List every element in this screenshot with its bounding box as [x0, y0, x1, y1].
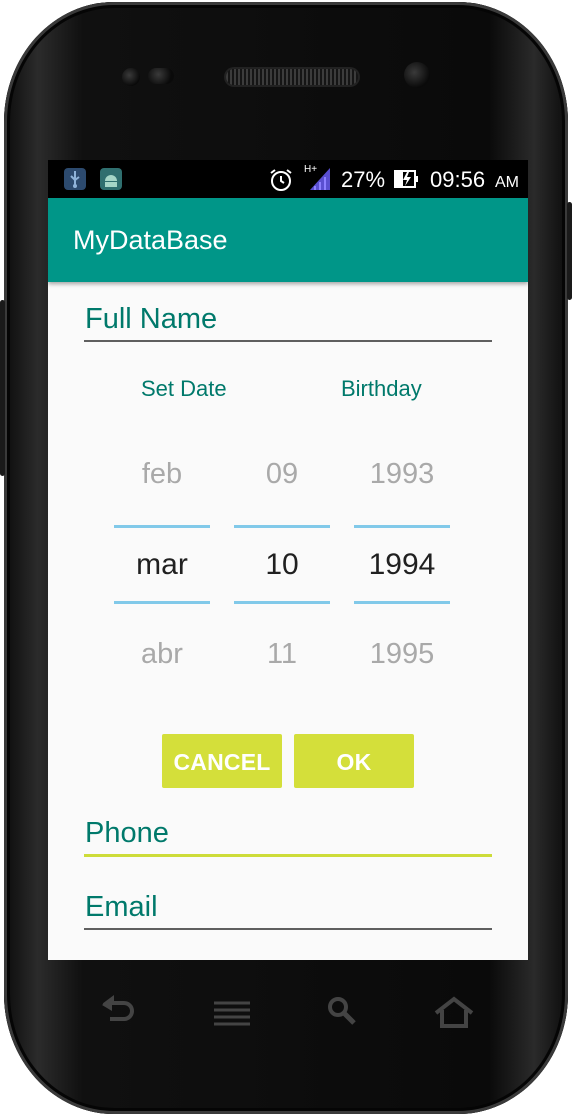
phone-label: Phone — [85, 817, 169, 849]
day-next[interactable]: 11 — [234, 638, 330, 671]
phone-field[interactable]: Phone — [84, 816, 492, 857]
year-prev[interactable]: 1993 — [354, 458, 450, 491]
front-sensor-icon — [122, 68, 140, 86]
phone-underline — [84, 854, 492, 857]
menu-icon[interactable] — [212, 995, 252, 1036]
year-divider-top — [354, 525, 450, 528]
ok-button[interactable]: OK — [294, 734, 414, 788]
clock-time: 09:56 — [430, 167, 486, 192]
year-selected[interactable]: 1994 — [354, 548, 450, 582]
app-bar: MyDataBase — [48, 198, 528, 282]
month-prev[interactable]: feb — [114, 458, 210, 491]
day-divider-top — [234, 525, 330, 528]
screen: H+ 27% 09:56 AM MyDataBase Full Name Set… — [48, 160, 528, 960]
android-debug-icon — [100, 168, 122, 190]
year-divider-bottom — [354, 601, 450, 604]
battery-charging-icon — [394, 167, 420, 196]
side-button-right — [567, 202, 572, 300]
battery-percent: 27% — [341, 167, 386, 192]
app-title: MyDataBase — [73, 225, 228, 255]
signal-icon: H+ — [304, 164, 334, 192]
month-divider-bottom — [114, 601, 210, 604]
day-selected[interactable]: 10 — [234, 548, 330, 582]
day-divider-bottom — [234, 601, 330, 604]
status-bar: H+ 27% 09:56 AM — [48, 160, 528, 198]
form-content: Full Name Set Date Birthday feb mar abr … — [48, 282, 528, 960]
month-divider-top — [114, 525, 210, 528]
clock-ampm: AM — [495, 174, 519, 191]
email-field[interactable]: Email — [84, 890, 492, 930]
front-camera-icon — [404, 62, 430, 88]
side-button-left — [0, 300, 5, 476]
alarm-icon — [268, 167, 294, 198]
search-icon[interactable] — [324, 995, 364, 1036]
cancel-button[interactable]: CANCEL — [162, 734, 282, 788]
year-next[interactable]: 1995 — [354, 638, 450, 671]
proximity-sensor-icon — [148, 68, 174, 84]
email-label: Email — [85, 891, 158, 923]
month-next[interactable]: abr — [114, 638, 210, 671]
day-prev[interactable]: 09 — [234, 458, 330, 491]
month-selected[interactable]: mar — [114, 548, 210, 582]
usb-icon — [64, 168, 86, 190]
email-underline — [84, 928, 492, 930]
back-icon[interactable] — [98, 995, 138, 1036]
home-icon[interactable] — [432, 995, 476, 1036]
earpiece-speaker — [226, 69, 358, 85]
